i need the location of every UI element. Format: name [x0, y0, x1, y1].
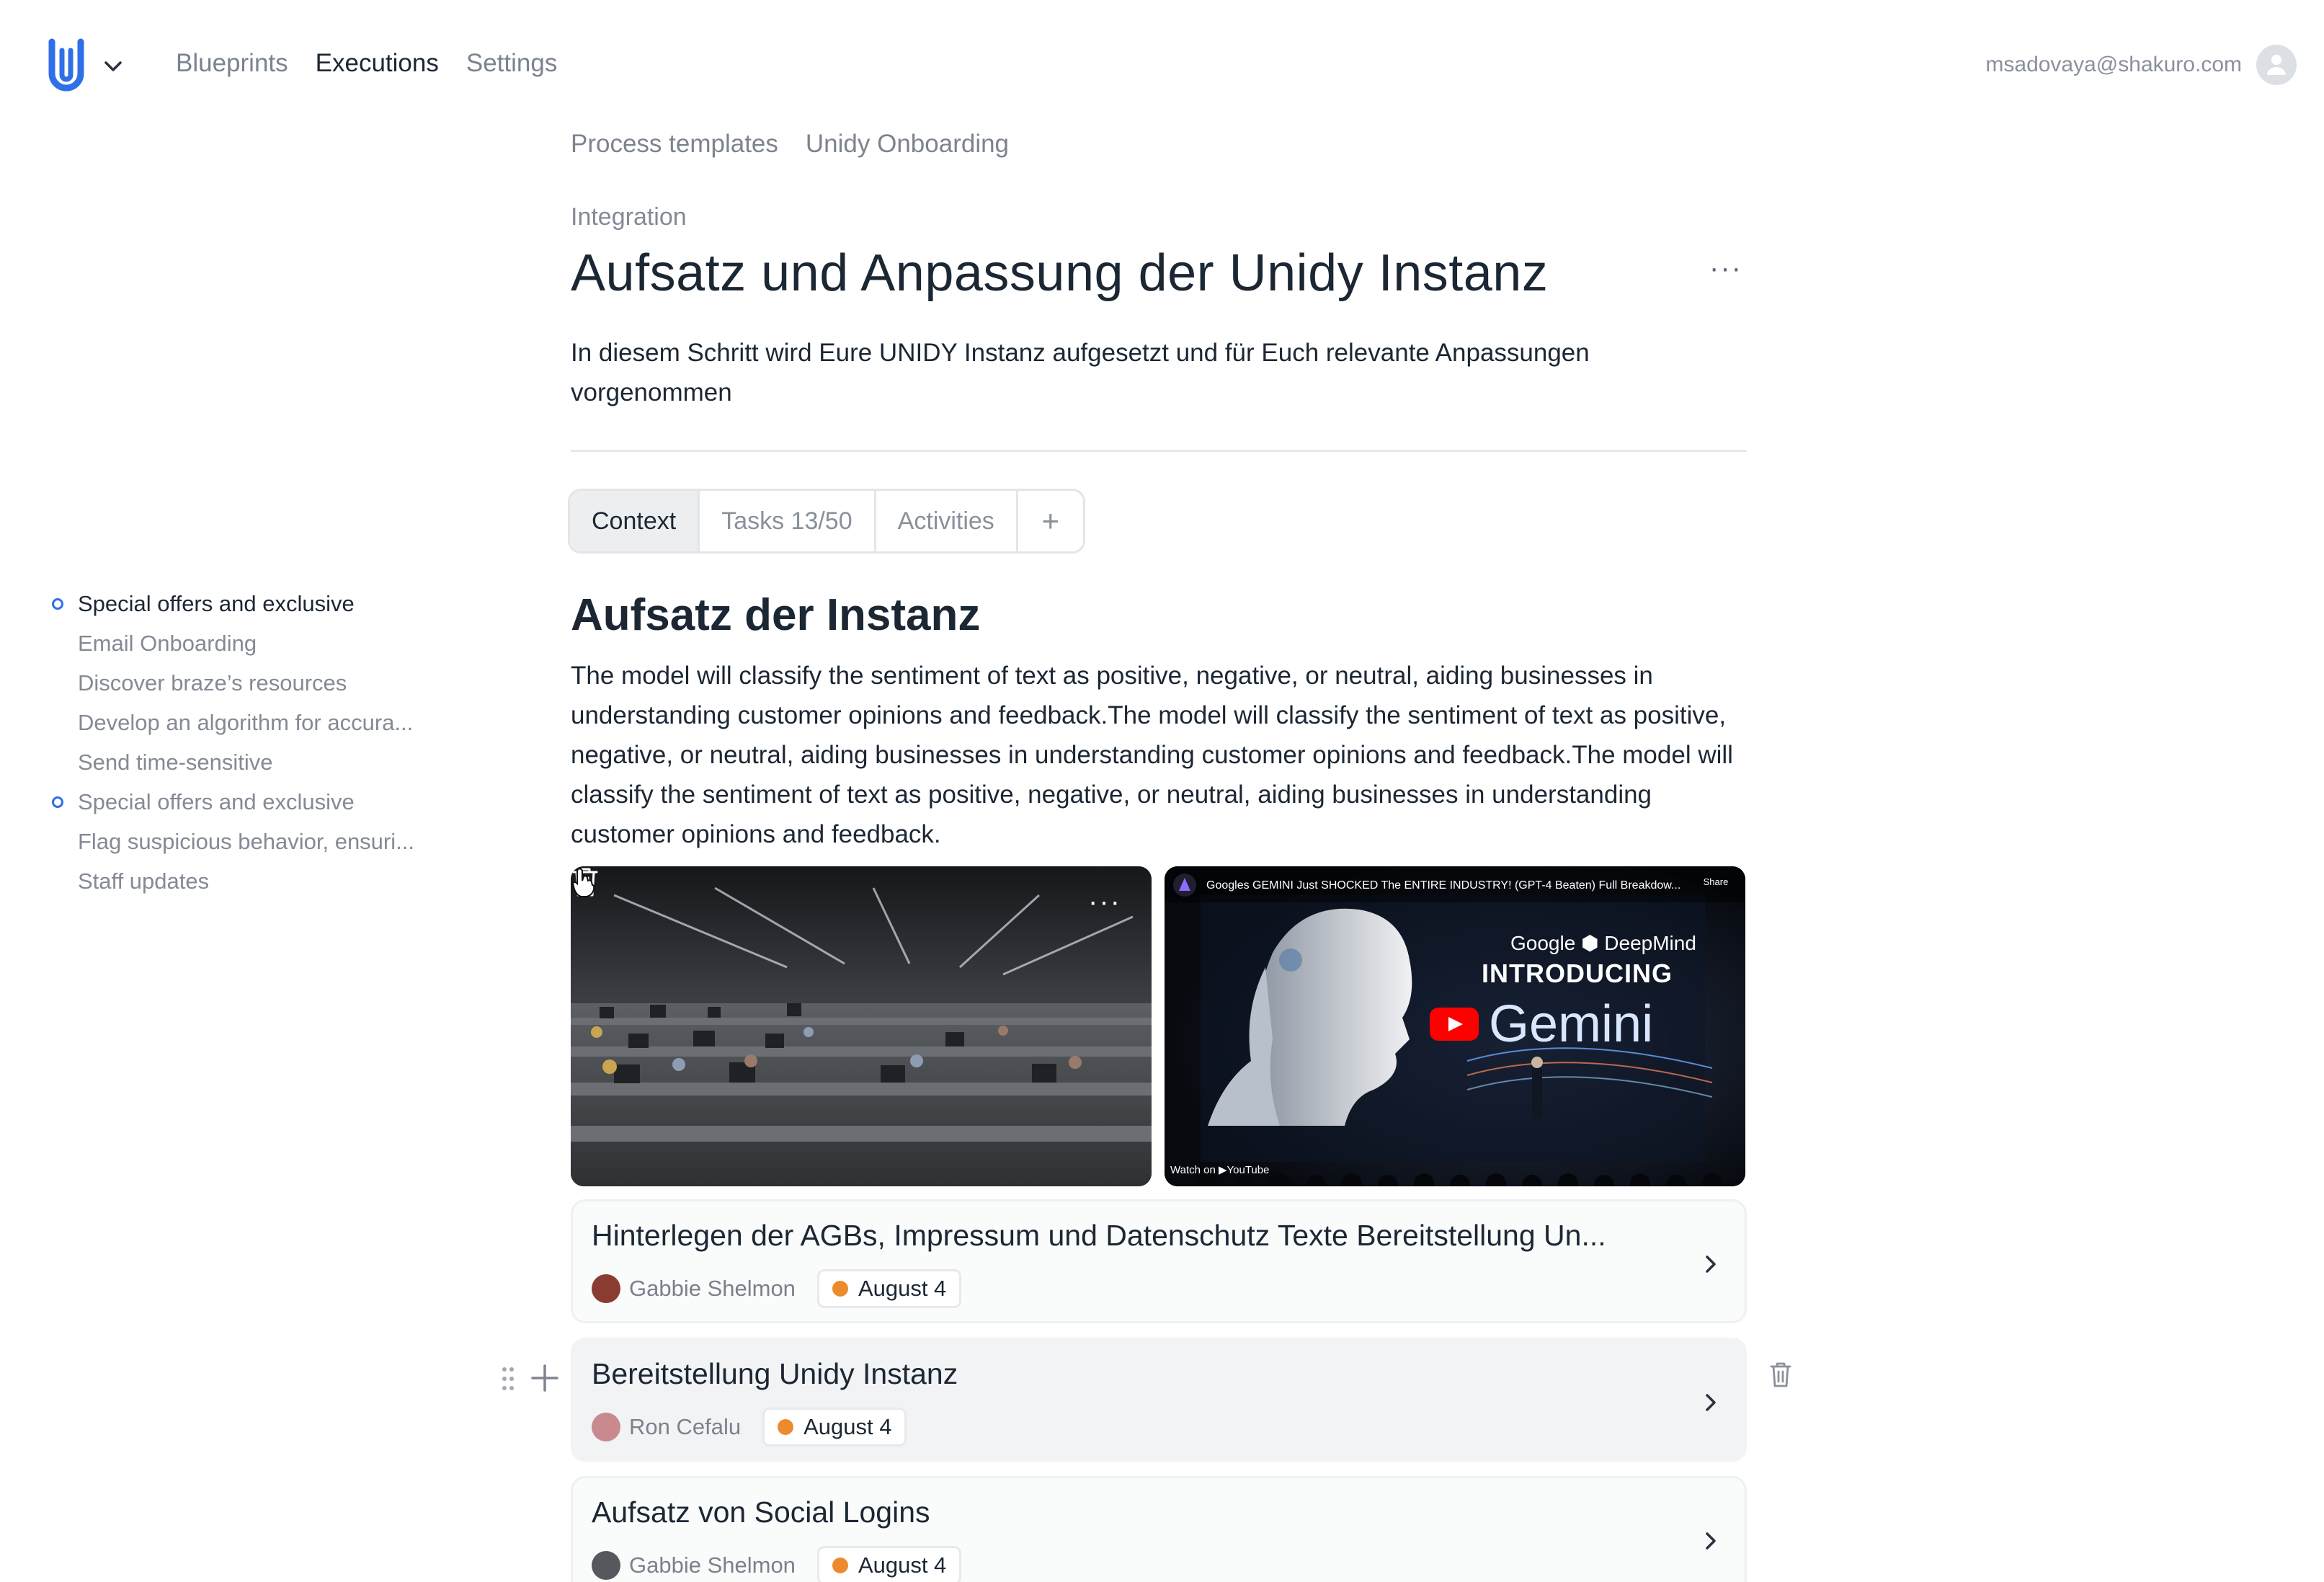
chevron-down-icon[interactable]: [102, 58, 124, 75]
nav-executions[interactable]: Executions: [316, 49, 439, 78]
section-body: The model will classify the sentiment of…: [571, 662, 1733, 848]
user-menu[interactable]: msadovaya@shakuro.com: [1985, 45, 2297, 85]
user-icon: [2267, 55, 2286, 75]
assignee-avatar: [592, 1274, 620, 1303]
tab-context[interactable]: Context: [570, 491, 700, 551]
video-brand-text: Google ⬢ DeepMind: [1510, 932, 1696, 954]
outline-item[interactable]: Special offers and exclusive: [52, 782, 455, 822]
tab-tasks[interactable]: Tasks 13/50: [700, 491, 876, 551]
chevron-right-icon[interactable]: [1703, 1530, 1719, 1552]
task-title: Bereitstellung Unidy Instanz: [592, 1357, 958, 1390]
add-tab-button[interactable]: +: [1018, 491, 1083, 551]
outline-item[interactable]: Staff updates: [52, 861, 455, 901]
outline-item[interactable]: Special offers and exclusive: [52, 584, 455, 623]
due-date-chip[interactable]: August 4: [816, 1546, 962, 1582]
avatar[interactable]: [2256, 45, 2297, 85]
watch-on-youtube-link[interactable]: Watch on ▶YouTube: [1170, 1163, 1269, 1176]
task-meta: Ron Cefalu August 4: [592, 1408, 907, 1447]
task-assignee[interactable]: Gabbie Shelmon: [592, 1551, 796, 1580]
video-intro-text: INTRODUCING: [1482, 959, 1673, 988]
chevron-right-icon[interactable]: [1703, 1392, 1719, 1413]
due-date-chip[interactable]: August 4: [762, 1408, 907, 1447]
nav-blueprints[interactable]: Blueprints: [176, 49, 288, 78]
document-outline: Special offers and exclusive Email Onboa…: [52, 584, 455, 901]
outline-marker-icon: [52, 796, 63, 808]
play-button-icon[interactable]: [1430, 1008, 1479, 1041]
page-title: Aufsatz und Anpassung der Unidy Instanz: [571, 244, 1549, 302]
status-dot-icon: [832, 1281, 848, 1297]
drag-handle-icon[interactable]: [501, 1366, 515, 1392]
task-assignee[interactable]: Gabbie Shelmon: [592, 1274, 796, 1303]
page-description: In diesem Schritt wird Eure UNIDY Instan…: [571, 339, 1590, 406]
delete-task-icon[interactable]: [1769, 1361, 1792, 1389]
task-meta: Gabbie Shelmon August 4: [592, 1546, 962, 1582]
task-card[interactable]: Hinterlegen der AGBs, Impressum und Date…: [571, 1199, 1747, 1323]
section-title: Aufsatz der Instanz: [571, 590, 981, 640]
top-bar: Blueprints Executions Settings msadovaya…: [0, 0, 2324, 130]
office-image[interactable]: ···: [571, 866, 1152, 1186]
outline-item[interactable]: Flag suspicious behavior, ensuri...: [52, 822, 455, 861]
media-more-button[interactable]: ···: [1088, 887, 1123, 916]
assignee-avatar: [592, 1413, 620, 1441]
due-date-chip[interactable]: August 4: [816, 1269, 962, 1308]
status-dot-icon: [778, 1419, 794, 1435]
breadcrumb: Process templates Unidy Onboarding: [571, 130, 1009, 159]
nav-settings[interactable]: Settings: [466, 49, 557, 78]
task-title: Aufsatz von Social Logins: [592, 1496, 930, 1529]
unidy-logo-icon[interactable]: [46, 37, 86, 95]
outline-item[interactable]: Send time-sensitive: [52, 742, 455, 782]
more-options-button[interactable]: ···: [1709, 254, 1741, 290]
assignee-avatar: [592, 1551, 620, 1580]
user-email: msadovaya@shakuro.com: [1985, 53, 2242, 76]
youtube-video-embed[interactable]: Googles GEMINI Just SHOCKED The ENTIRE I…: [1165, 866, 1745, 1186]
task-title: Hinterlegen der AGBs, Impressum und Date…: [592, 1219, 1606, 1252]
office-photo: [571, 866, 1152, 1186]
outline-marker-icon: [52, 598, 63, 610]
task-meta: Gabbie Shelmon August 4: [592, 1269, 962, 1308]
tab-bar: Context Tasks 13/50 Activities +: [568, 489, 1085, 554]
task-card[interactable]: Aufsatz von Social Logins Gabbie Shelmon…: [571, 1476, 1747, 1582]
video-product-text: Gemini: [1489, 995, 1654, 1053]
status-dot-icon: [832, 1557, 848, 1573]
share-button[interactable]: Share: [1698, 876, 1734, 887]
outline-item[interactable]: Email Onboarding: [52, 623, 455, 663]
task-assignee[interactable]: Ron Cefalu: [592, 1413, 741, 1441]
hand-cursor-icon: [571, 868, 595, 897]
task-card[interactable]: Bereitstellung Unidy Instanz Ron Cefalu …: [502, 1338, 1791, 1462]
breadcrumb-unidy-onboarding[interactable]: Unidy Onboarding: [806, 130, 1009, 159]
outline-item[interactable]: Develop an algorithm for accura...: [52, 703, 455, 742]
page-eyebrow: Integration: [571, 203, 687, 231]
breadcrumb-process-templates[interactable]: Process templates: [571, 130, 778, 159]
outline-item[interactable]: Discover braze’s resources: [52, 663, 455, 703]
main-nav: Blueprints Executions Settings: [176, 49, 557, 78]
divider: [571, 450, 1747, 452]
add-block-icon[interactable]: [530, 1363, 560, 1393]
chevron-right-icon[interactable]: [1703, 1253, 1719, 1275]
video-title[interactable]: Googles GEMINI Just SHOCKED The ENTIRE I…: [1206, 879, 1696, 892]
tab-activities[interactable]: Activities: [876, 491, 1018, 551]
